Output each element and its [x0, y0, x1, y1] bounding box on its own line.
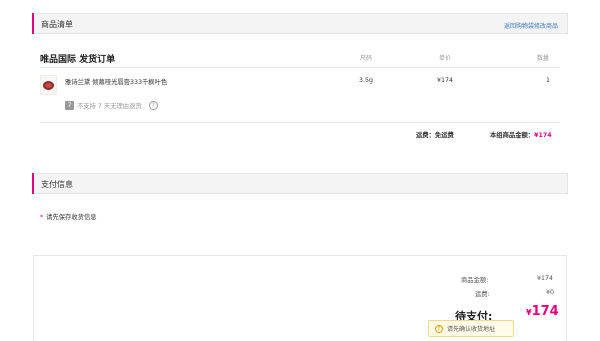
return-policy-text: 不支持 7 天无理由退货	[77, 103, 142, 110]
group-shipping: 运费：免运费	[416, 130, 454, 139]
goods-section-title: 商品清单	[41, 20, 73, 29]
section-accent	[32, 13, 34, 34]
group-subtotal: 本组商品金额：¥174	[490, 130, 552, 139]
product-qty: 1	[546, 77, 551, 84]
shipping-value: ¥0	[546, 289, 555, 296]
group-subtotal-value: ¥174	[534, 132, 552, 139]
product-thumbnail[interactable]	[40, 75, 57, 95]
product-name[interactable]: 雅诗兰黛 倾慕哑光唇膏333千枫叶色	[65, 77, 167, 86]
group-subtotal-label: 本组商品金额：	[490, 132, 535, 139]
confirm-address-toast: ! 请先确认收货地址	[428, 320, 514, 337]
column-header-spec: 尺码	[360, 55, 373, 62]
product-price: ¥174	[437, 77, 454, 84]
warning-icon: !	[435, 324, 443, 333]
divider	[40, 67, 560, 68]
payment-section-header: 支付信息	[32, 173, 568, 194]
product-spec: 3.5g	[359, 77, 374, 84]
toast-text: 请先确认收货地址	[447, 326, 496, 333]
return-policy-notice: 7 不支持 7 天无理由退货 ?	[65, 101, 158, 110]
amount-due-value: ¥174	[526, 304, 559, 319]
no-return-badge: 7	[65, 101, 74, 110]
goods-amount-value: ¥174	[537, 275, 554, 282]
divider	[40, 122, 560, 123]
group-shipping-label: 运费：	[416, 132, 435, 139]
order-title: 唯品国际 发货订单	[40, 55, 116, 65]
back-to-cart-link[interactable]: 返回购物袋修改商品	[504, 21, 558, 30]
shipping-label: 运费:	[475, 291, 490, 298]
section-accent	[32, 173, 34, 194]
goods-amount-label: 商品金额:	[461, 277, 489, 284]
column-header-qty: 数量	[537, 55, 550, 62]
column-header-price: 单价	[439, 55, 452, 62]
question-circle-icon[interactable]: ?	[148, 101, 158, 110]
group-shipping-value: 免运费	[434, 132, 454, 139]
goods-section-header: 商品清单 返回购物袋修改商品	[32, 13, 568, 34]
payment-section-title: 支付信息	[41, 180, 73, 189]
address-required-note: * 请先保存收货信息	[40, 214, 97, 221]
address-note-text: 请先保存收货信息	[46, 214, 97, 221]
